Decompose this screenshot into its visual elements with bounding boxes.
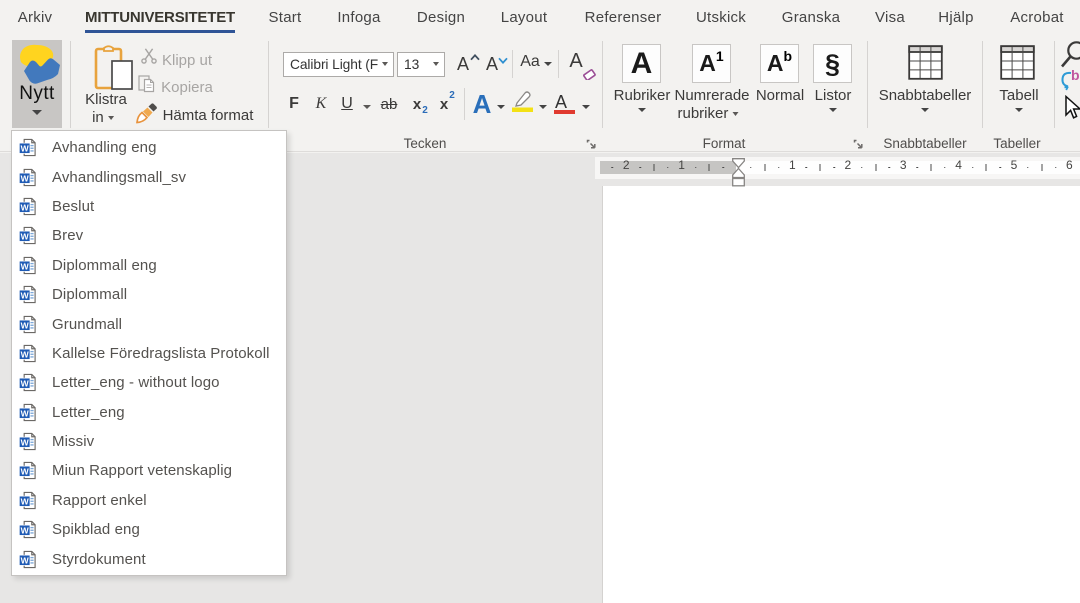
svg-text:b: b [1071,67,1080,83]
